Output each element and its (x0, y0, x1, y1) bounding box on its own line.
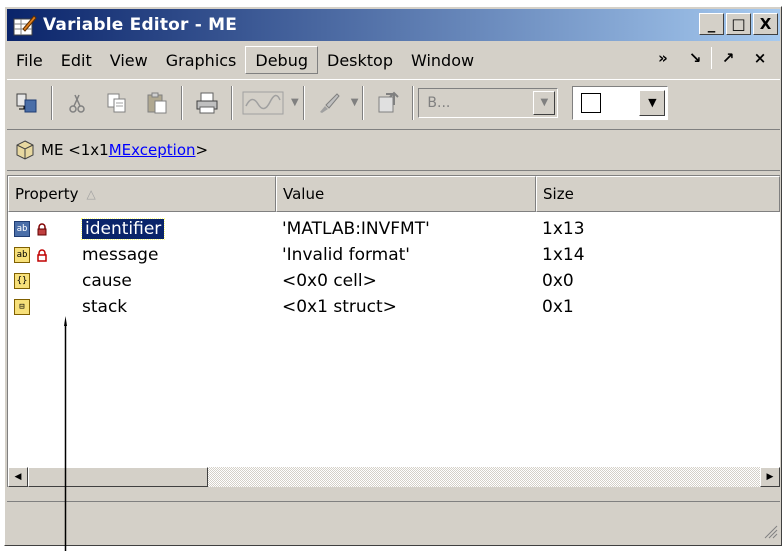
sort-ascending-icon: △ (86, 187, 96, 201)
variable-descriptor: ME <1x1 (41, 141, 109, 159)
minimize-icon: _ (707, 14, 716, 33)
struct-type-icon: ⊟ (14, 299, 30, 315)
lock-icon (36, 248, 47, 262)
property-size: 1x13 (542, 219, 585, 239)
property-size: 0x1 (542, 297, 574, 317)
toolbar-separator (231, 85, 233, 120)
menu-debug[interactable]: Debug (245, 46, 319, 74)
property-name[interactable]: cause (80, 271, 276, 291)
chevron-down-icon[interactable]: ▼ (533, 90, 556, 115)
status-bar (7, 501, 780, 541)
toolbar: ▼ ▼ B... ▼ ▼ (7, 79, 780, 125)
property-table: Property △ Value Size ab identifier 'MAT… (7, 175, 780, 487)
close-document-icon[interactable]: × (744, 49, 776, 67)
layout-combo[interactable]: ▼ (572, 85, 669, 120)
property-value[interactable]: 'MATLAB:INVFMT' (276, 219, 536, 239)
property-value[interactable]: 'Invalid format' (276, 245, 536, 265)
scroll-track[interactable] (208, 467, 760, 487)
plot-dropdown-icon[interactable]: ▼ (291, 97, 299, 108)
brush-icon[interactable] (313, 87, 345, 119)
stack-combo[interactable]: B... ▼ (418, 87, 559, 118)
workspace-icon[interactable] (372, 87, 404, 119)
table-row[interactable]: ⊟ stack <0x1 struct> 0x1 (8, 294, 780, 320)
header-property-label: Property (15, 185, 79, 203)
toolbar-separator (181, 85, 183, 120)
char-type-icon: ab (14, 221, 30, 237)
dock-arrow-icon[interactable]: ↗ (712, 49, 744, 67)
horizontal-scrollbar[interactable]: ◀ ▶ (8, 467, 780, 487)
paste-icon[interactable] (141, 87, 173, 119)
annotation-arrow (64, 316, 67, 551)
header-size-label: Size (543, 185, 574, 203)
class-link[interactable]: MException (109, 141, 196, 159)
object-icon (15, 140, 35, 160)
cell-type-icon: {} (14, 273, 30, 289)
window-title: Variable Editor - ME (43, 15, 238, 35)
plot-icon[interactable] (241, 87, 285, 119)
minimize-button[interactable]: _ (699, 13, 724, 35)
variable-editor-icon (13, 13, 37, 37)
title-bar[interactable]: Variable Editor - ME _ □ X (7, 9, 780, 41)
toolbar-separator (302, 85, 305, 120)
variable-path-bar: ME <1x1 MException > (7, 129, 780, 171)
close-button[interactable]: X (753, 13, 778, 35)
header-size[interactable]: Size (536, 176, 780, 212)
brush-dropdown-icon[interactable]: ▼ (351, 97, 359, 108)
toolbar-separator (51, 85, 53, 120)
lock-icon (36, 222, 47, 236)
import-icon[interactable] (11, 87, 43, 119)
close-icon: X (759, 14, 772, 33)
menu-edit[interactable]: Edit (52, 46, 101, 74)
property-size: 1x14 (542, 245, 585, 265)
header-value-label: Value (283, 185, 325, 203)
maximize-button[interactable]: □ (726, 13, 751, 35)
copy-icon[interactable] (101, 87, 133, 119)
char-type-icon: ab (14, 247, 30, 263)
table-row[interactable]: ab message 'Invalid format' 1x14 (8, 242, 780, 268)
variable-descriptor-end: > (195, 141, 209, 159)
header-property[interactable]: Property △ (8, 176, 276, 212)
menu-graphics[interactable]: Graphics (157, 46, 246, 74)
table-body: ab identifier 'MATLAB:INVFMT' 1x13 ab me… (8, 216, 780, 448)
menu-window[interactable]: Window (402, 46, 483, 74)
property-value[interactable]: <0x1 struct> (276, 297, 536, 317)
menu-view[interactable]: View (101, 46, 157, 74)
print-icon[interactable] (191, 87, 223, 119)
property-name[interactable]: stack (80, 297, 276, 317)
undock-arrow-icon[interactable]: ↘ (679, 49, 711, 67)
property-value[interactable]: <0x0 cell> (276, 271, 536, 291)
property-size: 0x0 (542, 271, 574, 291)
scroll-right-icon[interactable]: ▶ (760, 467, 780, 487)
resize-grip-icon[interactable] (762, 523, 778, 539)
header-value[interactable]: Value (276, 176, 536, 212)
menu-file[interactable]: File (7, 46, 52, 74)
single-pane-icon (581, 92, 602, 113)
overflow-chevron-icon[interactable]: » (647, 49, 679, 67)
property-name[interactable]: message (80, 245, 276, 265)
toolbar-separator (362, 85, 365, 120)
menu-desktop[interactable]: Desktop (318, 46, 402, 74)
table-header: Property △ Value Size (8, 176, 780, 212)
stack-combo-value: B... (427, 94, 451, 111)
chevron-down-icon[interactable]: ▼ (639, 89, 666, 116)
toolbar-separator (412, 85, 415, 120)
menu-bar: File Edit View Graphics Debug Desktop Wi… (7, 45, 780, 75)
variable-editor-window: Variable Editor - ME _ □ X File Edit Vie… (4, 6, 782, 546)
property-name[interactable]: identifier (80, 218, 166, 240)
scroll-left-icon[interactable]: ◀ (8, 467, 28, 487)
cut-icon[interactable] (61, 87, 93, 119)
table-row[interactable]: ab identifier 'MATLAB:INVFMT' 1x13 (8, 216, 780, 242)
maximize-icon: □ (731, 14, 746, 33)
scroll-thumb[interactable] (28, 467, 208, 487)
table-row[interactable]: {} cause <0x0 cell> 0x0 (8, 268, 780, 294)
